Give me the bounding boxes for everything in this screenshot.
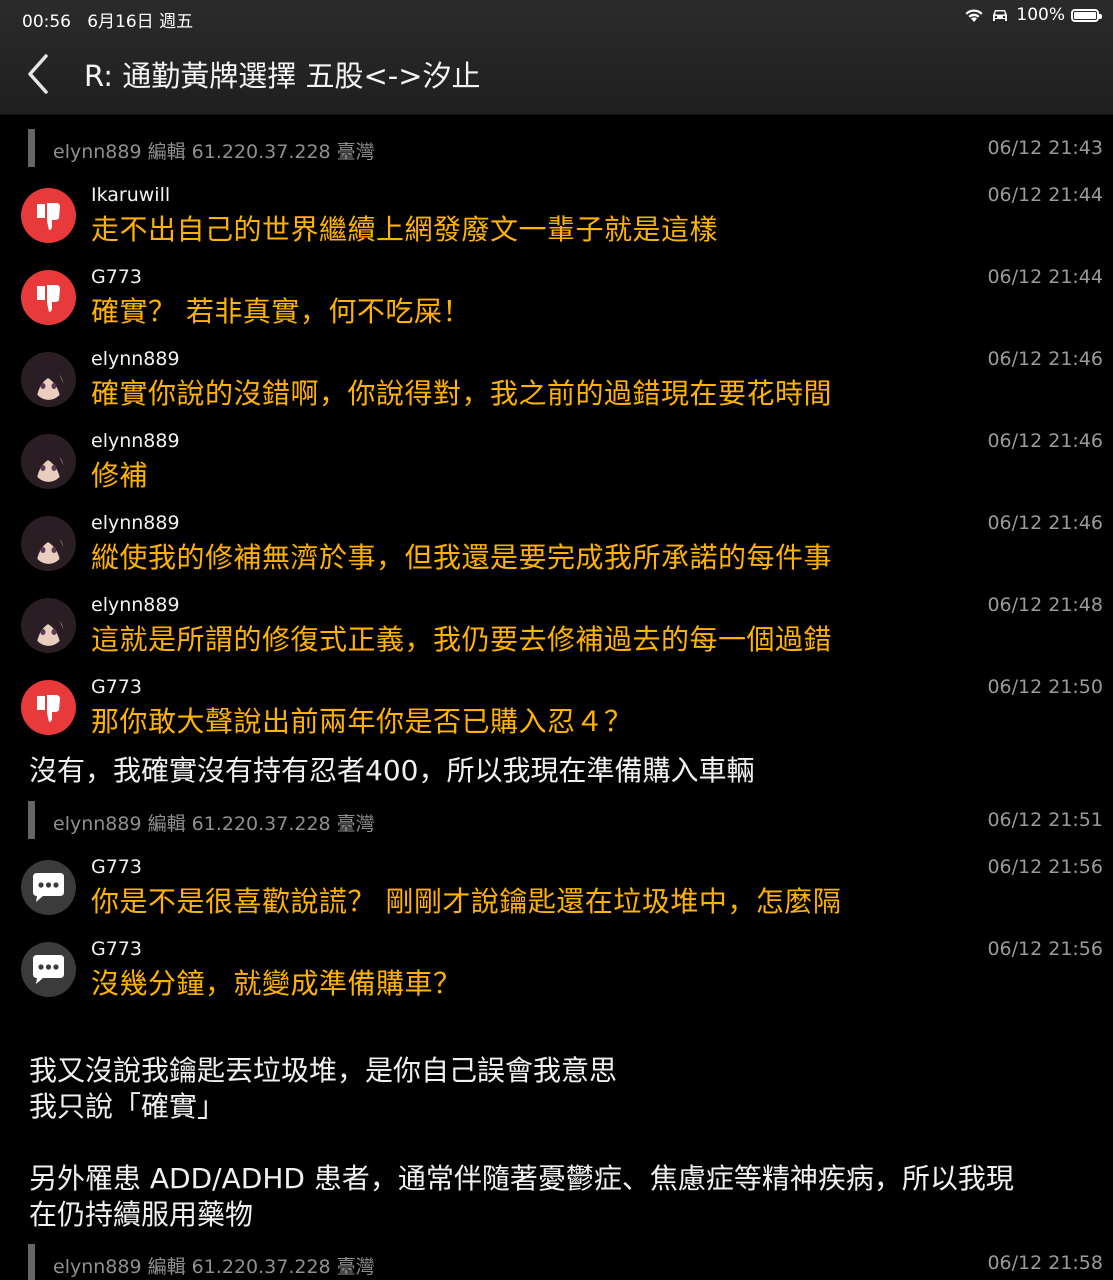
user-avatar [21,352,76,407]
comment-time: 06/12 21:46 [987,430,1103,452]
thumbs-down-icon [21,680,76,735]
comment-row[interactable]: G773 06/12 21:50 那你敢大聲說出前兩年你是否已購入忍４？ [21,672,1103,752]
comment-text: 那你敢大聲說出前兩年你是否已購入忍４？ [91,705,633,738]
back-button[interactable] [24,52,58,96]
battery-icon [1071,8,1102,22]
comment-text: 沒幾分鐘，就變成準備購車？ [91,967,462,1000]
article-text: 我只說「確實」 [29,1090,226,1123]
article-text: 我又沒說我鑰匙丟垃圾堆，是你自己誤會我意思 [29,1054,618,1087]
comment-time: 06/12 21:44 [987,184,1103,206]
comment-user: elynn889 [91,594,180,616]
thumbs-down-icon [21,270,76,325]
comment-row[interactable]: G773 06/12 21:56 你是不是很喜歡說謊？ 剛剛才說鑰匙還在垃圾堆中… [21,852,1103,932]
comment-time: 06/12 21:44 [987,266,1103,288]
comment-text: 縱使我的修補無濟於事，但我還是要完成我所承諾的每件事 [91,541,833,574]
edit-meta: elynn889 編輯 61.220.37.228 臺灣 [53,813,375,835]
comment-text: 確實？ 若非真實，何不吃屎！ [91,295,471,328]
comment-user: elynn889 [91,348,180,370]
user-avatar [21,434,76,489]
comment-row[interactable]: elynn889 06/12 21:48 這就是所謂的修復式正義，我仍要去修補過… [21,590,1103,670]
comment-text: 確實你說的沒錯啊，你說得對，我之前的過錯現在要花時間 [91,377,833,410]
wifi-icon [965,9,983,22]
comment-user: Ikaruwill [91,184,171,206]
edit-time: 06/12 21:43 [987,137,1103,159]
edit-marker: elynn889 編輯 61.220.37.228 臺灣 06/12 21:51 [28,801,1103,839]
comment-time: 06/12 21:56 [987,938,1103,960]
edit-time: 06/12 21:51 [987,809,1103,831]
article-text: 沒有，我確實沒有持有忍者400，所以我現在準備購入車輛 [29,754,755,787]
edit-meta: elynn889 編輯 61.220.37.228 臺灣 [53,141,375,163]
article-text: 另外罹患 ADD/ADHD 患者，通常伴隨著憂鬱症、焦慮症等精神疾病，所以我現 [29,1162,1014,1195]
quote-bar [28,129,35,167]
navigation-bar: 00:56 6月16日 週五 100% R: 通勤黃牌選擇 五股<->汐止 [0,0,1113,115]
comment-row[interactable]: Ikaruwill 06/12 21:44 走不出自己的世界繼續上網發廢文一輩子… [21,180,1103,260]
quote-bar [28,801,35,839]
comment-time: 06/12 21:46 [987,348,1103,370]
comment-text: 你是不是很喜歡說謊？ 剛剛才說鑰匙還在垃圾堆中，怎麼隔 [91,885,842,918]
status-date: 6月16日 週五 [87,12,194,32]
comment-text: 修補 [91,459,149,492]
comment-row[interactable]: G773 06/12 21:44 確實？ 若非真實，何不吃屎！ [21,262,1103,342]
status-clock: 00:56 [22,12,71,32]
comment-user: G773 [91,676,142,698]
comment-row[interactable]: elynn889 06/12 21:46 修補 [21,426,1103,506]
car-icon [993,10,1008,21]
comment-time: 06/12 21:46 [987,512,1103,534]
chat-bubble-icon [21,942,76,997]
quote-bar [28,1244,35,1280]
comment-user: G773 [91,856,142,878]
comment-user: elynn889 [91,430,180,452]
thumbs-down-icon [21,188,76,243]
comment-user: G773 [91,938,142,960]
comment-user: elynn889 [91,512,180,534]
comment-row[interactable]: G773 06/12 21:56 沒幾分鐘，就變成準備購車？ [21,934,1103,1014]
comment-text: 這就是所謂的修復式正義，我仍要去修補過去的每一個過錯 [91,623,833,656]
edit-meta: elynn889 編輯 61.220.37.228 臺灣 [53,1256,375,1278]
comment-row[interactable]: elynn889 06/12 21:46 縱使我的修補無濟於事，但我還是要完成我… [21,508,1103,588]
chevron-left-icon [28,54,48,94]
comment-time: 06/12 21:48 [987,594,1103,616]
comment-row[interactable]: elynn889 06/12 21:46 確實你說的沒錯啊，你說得對，我之前的過… [21,344,1103,424]
edit-time: 06/12 21:58 [987,1252,1103,1274]
battery-percent: 100% [1016,5,1065,25]
page-title: R: 通勤黃牌選擇 五股<->汐止 [84,59,481,93]
edit-marker: elynn889 編輯 61.220.37.228 臺灣 06/12 21:58 [28,1244,1103,1280]
status-time: 00:56 6月16日 週五 [22,7,193,32]
comment-text: 走不出自己的世界繼續上網發廢文一輩子就是這樣 [91,213,719,246]
comment-time: 06/12 21:56 [987,856,1103,878]
comment-user: G773 [91,266,142,288]
ptt-thread-page: 00:56 6月16日 週五 100% R: 通勤黃牌選擇 五股<->汐止 el… [0,0,1113,1280]
user-avatar [21,598,76,653]
user-avatar [21,516,76,571]
chat-bubble-icon [21,860,76,915]
comment-time: 06/12 21:50 [987,676,1103,698]
edit-marker: elynn889 編輯 61.220.37.228 臺灣 06/12 21:43 [28,129,1103,167]
article-text: 在仍持續服用藥物 [29,1198,254,1231]
status-indicators: 100% [964,5,1102,25]
